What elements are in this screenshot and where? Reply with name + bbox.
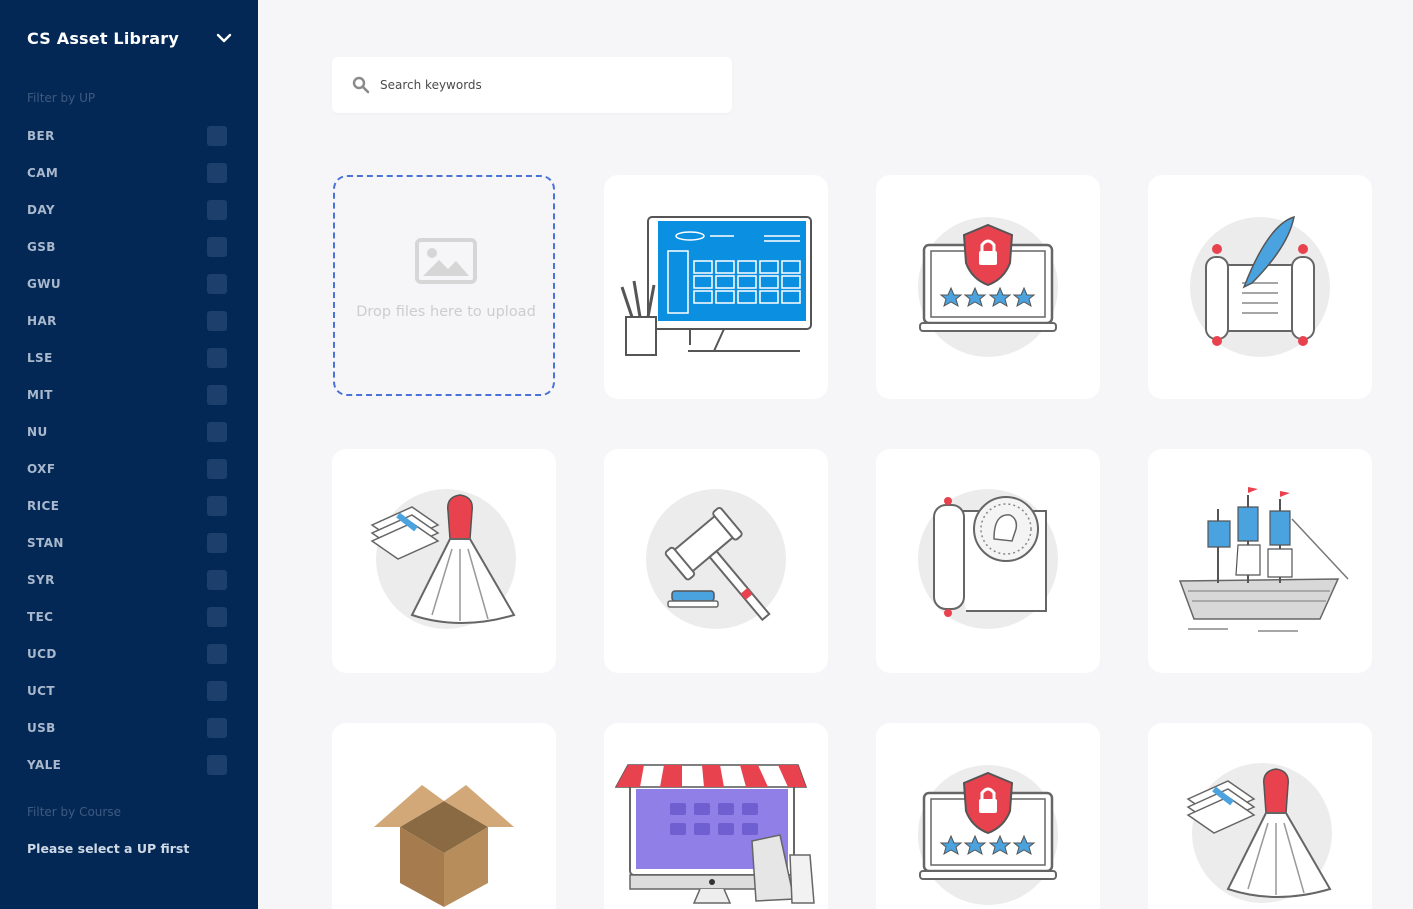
app-title: CS Asset Library [27, 28, 179, 48]
up-filter-lse[interactable]: LSE [27, 348, 227, 368]
search-icon [352, 76, 370, 94]
up-label: CAM [27, 166, 59, 180]
up-checkbox[interactable] [207, 644, 227, 664]
asset-card[interactable] [604, 175, 828, 399]
laptop-security-rating-icon [918, 765, 1058, 905]
up-checkbox[interactable] [207, 607, 227, 627]
up-filter-ucd[interactable]: UCD [27, 644, 227, 664]
up-label: NU [27, 425, 48, 439]
library-selector[interactable]: CS Asset Library [27, 26, 232, 50]
up-label: BER [27, 129, 55, 143]
up-label: GSB [27, 240, 56, 254]
chevron-down-icon[interactable] [216, 30, 232, 46]
search-input[interactable] [380, 78, 700, 92]
asset-card[interactable] [332, 723, 556, 909]
scroll-coin-icon [918, 489, 1058, 629]
upload-text: Drop files here to upload [356, 304, 536, 320]
up-checkbox[interactable] [207, 459, 227, 479]
up-filter-day[interactable]: DAY [27, 200, 227, 220]
gavel-icon [646, 489, 786, 629]
up-filter-tec[interactable]: TEC [27, 607, 227, 627]
up-filter-usb[interactable]: USB [27, 718, 227, 738]
up-filter-har[interactable]: HAR [27, 311, 227, 331]
upload-dropzone[interactable]: Drop files here to upload [333, 175, 555, 396]
dress-money-icon [370, 489, 516, 629]
up-label: USB [27, 721, 56, 735]
up-label: YALE [27, 758, 62, 772]
online-store-icon [614, 764, 815, 904]
up-filter-ber[interactable]: BER [27, 126, 227, 146]
up-label: DAY [27, 203, 55, 217]
up-checkbox[interactable] [207, 274, 227, 294]
sailing-ship-icon [1178, 487, 1349, 632]
asset-card[interactable] [1148, 449, 1372, 673]
up-label: UCD [27, 647, 57, 661]
laptop-security-rating-icon [918, 217, 1058, 357]
up-checkbox[interactable] [207, 200, 227, 220]
up-label: LSE [27, 351, 53, 365]
up-label: RICE [27, 499, 60, 513]
up-checkbox[interactable] [207, 570, 227, 590]
up-filter-gwu[interactable]: GWU [27, 274, 227, 294]
up-label: SYR [27, 573, 55, 587]
up-filter-gsb[interactable]: GSB [27, 237, 227, 257]
asset-card[interactable] [604, 723, 828, 909]
up-filter-cam[interactable]: CAM [27, 163, 227, 183]
scroll-quill-icon [1190, 215, 1330, 357]
search-box[interactable] [332, 57, 732, 113]
up-label: OXF [27, 462, 56, 476]
asset-card[interactable] [1148, 175, 1372, 399]
asset-card[interactable] [332, 449, 556, 673]
open-box-icon [374, 785, 514, 907]
up-filter-stan[interactable]: STAN [27, 533, 227, 553]
filter-by-course-label: Filter by Course [27, 805, 121, 819]
up-label: STAN [27, 536, 64, 550]
up-checkbox[interactable] [207, 496, 227, 516]
asset-card[interactable] [876, 723, 1100, 909]
filter-by-up-label: Filter by UP [27, 91, 96, 105]
asset-card[interactable] [1148, 723, 1372, 909]
up-checkbox[interactable] [207, 422, 227, 442]
up-label: UCT [27, 684, 55, 698]
up-checkbox[interactable] [207, 311, 227, 331]
up-label: TEC [27, 610, 54, 624]
up-checkbox[interactable] [207, 348, 227, 368]
up-checkbox[interactable] [207, 126, 227, 146]
sidebar: CS Asset Library Filter by UP BER CAM DA… [0, 0, 258, 909]
up-filter-yale[interactable]: YALE [27, 755, 227, 775]
up-checkbox[interactable] [207, 163, 227, 183]
up-checkbox[interactable] [207, 385, 227, 405]
up-filter-oxf[interactable]: OXF [27, 459, 227, 479]
up-filter-syr[interactable]: SYR [27, 570, 227, 590]
up-label: MIT [27, 388, 53, 402]
image-placeholder-icon [415, 238, 477, 284]
course-hint: Please select a UP first [27, 841, 190, 856]
asset-card[interactable] [604, 449, 828, 673]
up-checkbox[interactable] [207, 755, 227, 775]
asset-card[interactable] [876, 449, 1100, 673]
up-label: GWU [27, 277, 62, 291]
up-filter-uct[interactable]: UCT [27, 681, 227, 701]
up-checkbox[interactable] [207, 681, 227, 701]
dress-money-icon [1186, 763, 1332, 903]
up-filter-mit[interactable]: MIT [27, 385, 227, 405]
up-checkbox[interactable] [207, 718, 227, 738]
up-label: HAR [27, 314, 57, 328]
up-checkbox[interactable] [207, 533, 227, 553]
computer-spreadsheet-icon [620, 216, 812, 356]
up-filter-nu[interactable]: NU [27, 422, 227, 442]
up-filter-rice[interactable]: RICE [27, 496, 227, 516]
asset-card[interactable] [876, 175, 1100, 399]
up-checkbox[interactable] [207, 237, 227, 257]
